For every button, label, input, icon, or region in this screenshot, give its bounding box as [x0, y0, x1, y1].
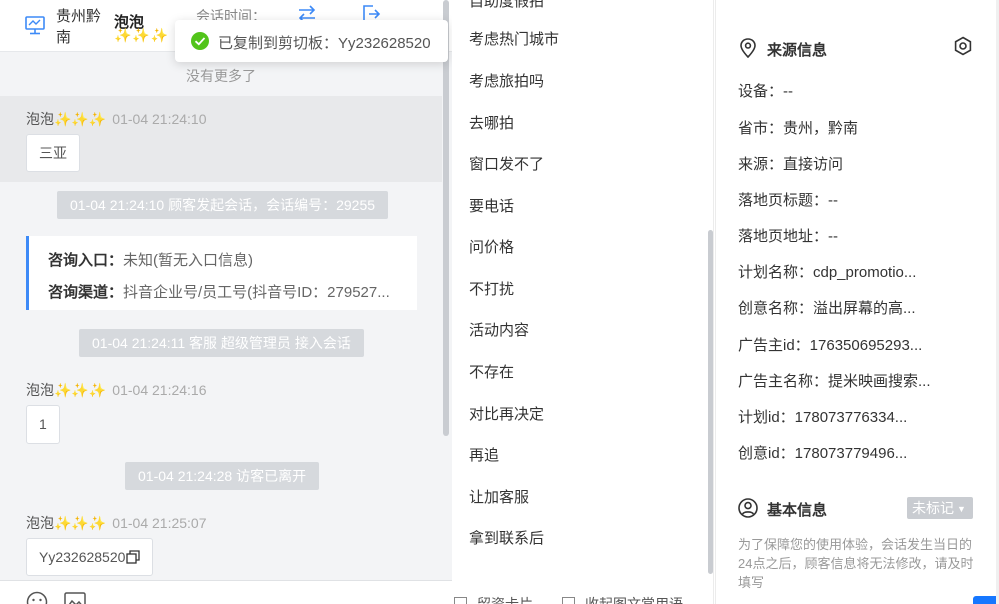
no-more-messages: 没有更多了	[186, 68, 256, 84]
message-bubble[interactable]: Yy232628520	[26, 538, 154, 576]
info-field-landing-title: 落地页标题：--	[738, 192, 838, 209]
sender-name: 泡泡✨✨✨	[26, 515, 107, 531]
sender-name: 泡泡✨✨✨	[26, 382, 107, 398]
user-icon	[738, 498, 758, 518]
inquiry-channel-label: 咨询渠道：	[48, 284, 124, 301]
message-time: 01-04 21:24:16	[112, 382, 207, 398]
inquiry-channel-value: 抖音企业号/员工号(抖音号ID：279527...	[123, 284, 390, 301]
inquiry-channel-row: 咨询渠道：抖音企业号/员工号(抖音号ID：279527...	[48, 281, 390, 302]
chat-input-toolbar	[0, 580, 452, 604]
info-field-device: 设备：--	[738, 83, 793, 100]
success-check-icon	[191, 32, 209, 50]
collapse-phrases-option[interactable]: 收起图文常用语	[562, 594, 683, 604]
chat-panel: 贵州黔南 泡泡 ✨✨✨ 会话时间： 没有更多了 泡泡✨✨✨ 01-04 21:24…	[0, 0, 452, 604]
info-field-advertiser-id: 广告主id：176350695293...	[738, 337, 923, 354]
message-sender: 泡泡✨✨✨ 01-04 21:24:16	[26, 380, 207, 400]
quick-reply-item[interactable]: 窗口发不了	[469, 153, 544, 174]
quick-reply-item[interactable]: 不存在	[469, 361, 514, 382]
copy-icon[interactable]	[126, 550, 141, 564]
system-message: 01-04 21:24:10 顾客发起会话，会话编号：29255	[57, 191, 389, 219]
message-sender: 泡泡✨✨✨ 01-04 21:24:10	[26, 109, 207, 129]
lead-card-checkbox-icon	[454, 597, 467, 604]
collapse-phrases-label: 收起图文常用语	[585, 596, 683, 604]
message-bubble[interactable]: 1	[26, 405, 60, 444]
quick-reply-item[interactable]: 考虑旅拍吗	[469, 70, 544, 91]
collapse-checkbox-icon	[562, 597, 575, 604]
message-time: 01-04 21:25:07	[112, 515, 207, 531]
monitor-icon	[25, 16, 45, 35]
quick-reply-item[interactable]: 让加客服	[469, 486, 529, 507]
quick-reply-item[interactable]: 拿到联系后	[469, 527, 544, 548]
lead-card-option[interactable]: 留资卡片	[454, 594, 533, 604]
quick-reply-footer: 留资卡片 收起图文常用语	[452, 590, 714, 604]
quick-reply-item[interactable]: 再追	[469, 444, 499, 465]
lead-card-label: 留资卡片	[477, 596, 533, 604]
tag-select[interactable]: 未标记 ▼	[907, 497, 973, 519]
location-pin-icon	[740, 38, 756, 58]
chat-scrollbar[interactable]	[443, 0, 449, 436]
caret-down-icon: ▼	[957, 504, 966, 514]
basic-info-title: 基本信息	[767, 502, 828, 519]
quick-reply-item[interactable]: 问价格	[469, 236, 514, 257]
info-field-landing-url: 落地页地址：--	[738, 228, 838, 245]
system-message: 01-04 21:24:28 访客已离开	[125, 462, 320, 490]
settings-icon[interactable]	[953, 36, 973, 56]
info-field-creative-name: 创意名称：溢出屏幕的高...	[738, 300, 916, 317]
message-time: 01-04 21:24:10	[112, 111, 207, 127]
quick-reply-item[interactable]: 对比再决定	[469, 403, 544, 424]
tag-select-value: 未标记	[912, 500, 954, 516]
system-message: 01-04 21:24:11 客服 超级管理员 接入会话	[79, 329, 364, 357]
quick-reply-item[interactable]: 要电话	[469, 195, 514, 216]
inquiry-entry-label: 咨询入口：	[48, 252, 124, 269]
image-icon[interactable]	[64, 592, 86, 604]
toast-message: 已复制到剪切板：Yy232628520	[218, 35, 431, 52]
sender-name: 泡泡✨✨✨	[26, 111, 107, 127]
inquiry-info-card: 咨询入口：未知(暂无入口信息) 咨询渠道：抖音企业号/员工号(抖音号ID：279…	[26, 236, 417, 310]
emoji-icon[interactable]	[26, 591, 48, 604]
info-field-plan-name: 计划名称：cdp_promotio...	[738, 264, 917, 281]
quick-reply-item[interactable]: 自助度假拍	[469, 0, 544, 11]
copy-toast: 已复制到剪切板：Yy232628520	[175, 20, 448, 62]
message-text: Yy232628520	[39, 549, 126, 565]
customer-info-panel: 来源信息 设备：-- 省市：贵州，黔南 来源：直接访问 落地页标题：-- 落地页…	[715, 0, 999, 604]
info-field-plan-id: 计划id：178073776334...	[738, 409, 908, 426]
message-bubble[interactable]: 三亚	[26, 134, 80, 172]
inquiry-entry-value: 未知(暂无入口信息)	[123, 252, 254, 269]
quick-reply-item[interactable]: 活动内容	[469, 319, 529, 340]
quick-reply-scrollbar[interactable]	[708, 230, 713, 574]
quick-reply-panel: 自助度假拍 考虑热门城市 考虑旅拍吗 去哪拍 窗口发不了 要电话 问价格 不打扰…	[452, 0, 714, 604]
message-sender: 泡泡✨✨✨ 01-04 21:25:07	[26, 513, 207, 533]
quick-reply-item[interactable]: 考虑热门城市	[469, 28, 559, 49]
info-field-creative-id: 创意id：178073779496...	[738, 445, 908, 462]
quick-reply-item[interactable]: 去哪拍	[469, 112, 514, 133]
inquiry-entry-row: 咨询入口：未知(暂无入口信息)	[48, 249, 253, 270]
edit-notice: 为了保障您的使用体验，会话发生当日的24点之后，顾客信息将无法修改，请及时填写	[738, 537, 974, 590]
info-field-province: 省市：贵州，黔南	[738, 120, 859, 137]
info-field-advertiser-name: 广告主名称：提米映画搜索...	[738, 373, 931, 390]
info-field-source: 来源：直接访问	[738, 156, 844, 173]
customer-location: 贵州黔南	[56, 8, 102, 46]
customer-name-sparkles: ✨✨✨	[114, 27, 170, 43]
source-info-title: 来源信息	[767, 42, 828, 59]
quick-reply-item[interactable]: 不打扰	[469, 278, 514, 299]
